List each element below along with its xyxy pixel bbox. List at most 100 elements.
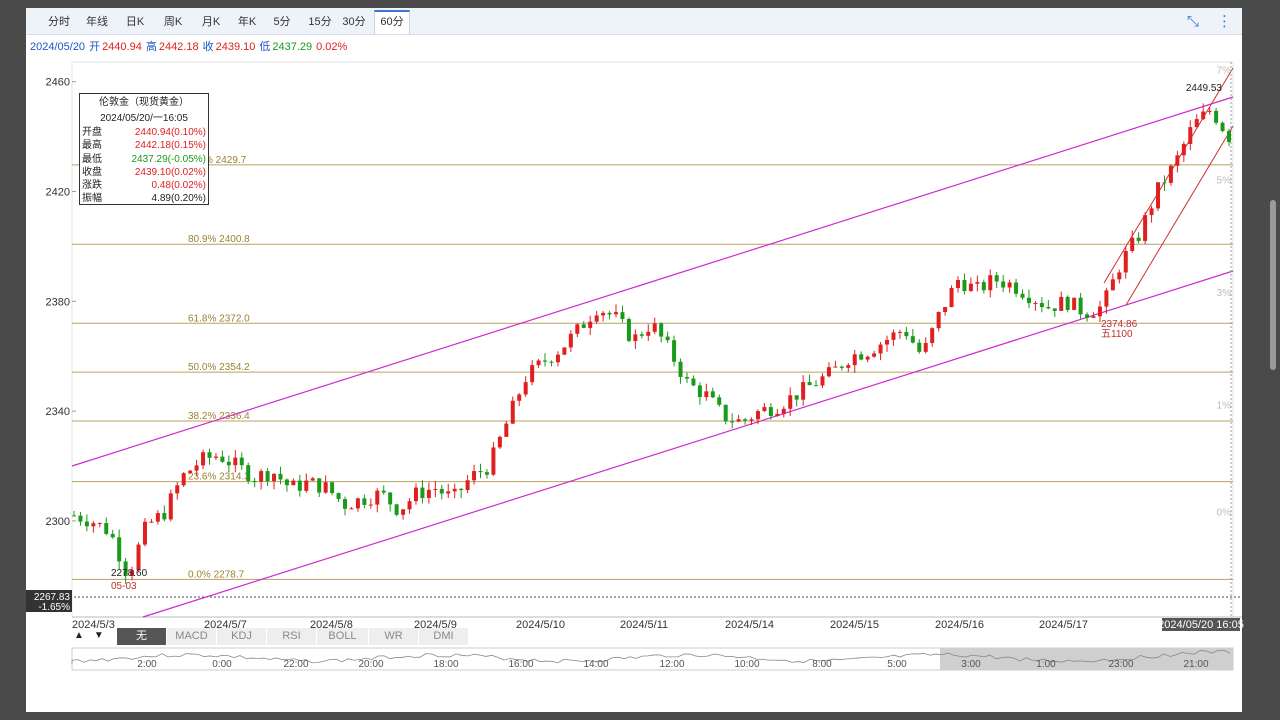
candle-body bbox=[672, 340, 677, 362]
candle-body bbox=[949, 287, 954, 308]
candle-body bbox=[1181, 143, 1186, 156]
candle-body bbox=[426, 489, 431, 499]
tooltip-title: 伦敦金（现货黄金） bbox=[99, 97, 189, 108]
candle-body bbox=[517, 394, 522, 401]
navigator-label: 16:00 bbox=[508, 659, 533, 670]
candle-body bbox=[1072, 297, 1077, 310]
candle-body bbox=[626, 319, 631, 342]
candle-body bbox=[1149, 208, 1154, 216]
candle-body bbox=[278, 473, 283, 480]
candle-body bbox=[407, 501, 412, 510]
candle-body bbox=[652, 323, 657, 332]
candle-body bbox=[814, 385, 819, 387]
fib-label: 0.0% 2278.7 bbox=[188, 569, 245, 580]
candle-body bbox=[581, 324, 586, 328]
candle-body bbox=[1001, 281, 1006, 288]
navigator-label: 21:00 bbox=[1183, 659, 1208, 670]
candle-body bbox=[1052, 308, 1057, 311]
navigator-label: 0:00 bbox=[212, 659, 232, 670]
candle-body bbox=[659, 323, 664, 337]
tooltip-row-value: 4.89(0.20%) bbox=[151, 193, 206, 205]
candle-body bbox=[536, 360, 541, 366]
candle-body bbox=[781, 408, 786, 414]
up-arrow-icon[interactable]: ▲ bbox=[74, 630, 84, 641]
cursor-price-pct: -1.65% bbox=[38, 602, 70, 613]
candle-body bbox=[820, 376, 825, 386]
candle-body bbox=[1207, 110, 1212, 112]
candle-body bbox=[904, 331, 909, 337]
candle-body bbox=[730, 421, 735, 423]
candle-body bbox=[433, 488, 438, 490]
candle-body bbox=[1227, 131, 1231, 143]
candle-body bbox=[981, 282, 986, 291]
candle-body bbox=[291, 480, 296, 486]
candle-body bbox=[394, 504, 399, 515]
candle-body bbox=[362, 498, 367, 505]
candle-body bbox=[794, 395, 799, 400]
candle-body bbox=[246, 465, 251, 482]
y-tick-label: 2300 bbox=[46, 516, 70, 528]
candle-body bbox=[478, 471, 483, 473]
tooltip-row-label: 最高 bbox=[82, 140, 102, 152]
candle-body bbox=[684, 376, 689, 379]
indicator-tab-2[interactable]: KDJ bbox=[217, 628, 267, 645]
candle-body bbox=[523, 382, 528, 395]
candle-body bbox=[555, 354, 560, 363]
candle-body bbox=[562, 347, 567, 355]
candle-body bbox=[336, 493, 341, 500]
candle-body bbox=[943, 307, 948, 312]
candle-body bbox=[826, 367, 831, 377]
fib-label: 23.6% 2314.3 bbox=[188, 472, 250, 483]
indicator-tab-0[interactable]: 无 bbox=[117, 628, 167, 645]
x-tick-label: 2024/5/17 bbox=[1039, 619, 1088, 631]
indicator-tab-5[interactable]: WR bbox=[369, 628, 419, 645]
candle-body bbox=[839, 366, 844, 368]
candle-body bbox=[717, 397, 722, 405]
annotation-low-value: 2278.60 bbox=[111, 568, 148, 579]
candle-body bbox=[1220, 122, 1225, 132]
navigator-label: 10:00 bbox=[734, 659, 759, 670]
candle-body bbox=[84, 521, 89, 527]
y-tick-label: 2420 bbox=[46, 187, 70, 199]
candle-body bbox=[239, 457, 244, 466]
candle-body bbox=[975, 282, 980, 284]
candle-body bbox=[117, 537, 122, 562]
candle-body bbox=[897, 331, 902, 333]
candle-body bbox=[633, 334, 638, 342]
candle-body bbox=[646, 331, 651, 336]
indicator-tab-4[interactable]: BOLL bbox=[317, 628, 369, 645]
indicator-tab-3[interactable]: RSI bbox=[267, 628, 317, 645]
candle-body bbox=[201, 452, 206, 466]
candle-body bbox=[1046, 307, 1051, 309]
candle-body bbox=[162, 513, 167, 520]
candle-body bbox=[207, 452, 212, 458]
tooltip-row: 振幅 4.89(0.20%) bbox=[80, 192, 208, 205]
fib-label: 50.0% 2354.2 bbox=[188, 362, 250, 373]
candle-body bbox=[994, 275, 999, 282]
candle-body bbox=[1097, 306, 1102, 317]
candle-body bbox=[917, 342, 922, 352]
indicator-tab-1[interactable]: MACD bbox=[167, 628, 217, 645]
indicator-tab-6[interactable]: DMI bbox=[419, 628, 469, 645]
candle-body bbox=[381, 490, 386, 493]
candle-body bbox=[188, 470, 193, 474]
x-tick-label: 2024/5/14 bbox=[725, 619, 774, 631]
current-time-label: 2024/05/20 16:05 bbox=[1158, 619, 1244, 631]
candle-body bbox=[872, 353, 877, 357]
tooltip-row-value: 0.48(0.02%) bbox=[151, 180, 206, 192]
candle-body bbox=[807, 382, 812, 386]
candle-body bbox=[530, 365, 535, 383]
candle-body bbox=[1033, 302, 1038, 304]
candle-body bbox=[1214, 110, 1219, 123]
down-arrow-icon[interactable]: ▼ bbox=[94, 630, 104, 641]
candle-body bbox=[852, 354, 857, 366]
candle-body bbox=[459, 488, 464, 491]
candle-body bbox=[1175, 155, 1180, 166]
candle-body bbox=[575, 324, 580, 334]
candle-body bbox=[368, 504, 373, 506]
candle-body bbox=[788, 395, 793, 409]
candle-body bbox=[233, 457, 238, 466]
candle-body bbox=[226, 461, 231, 466]
candle-body bbox=[375, 490, 380, 505]
candle-body bbox=[330, 482, 335, 494]
